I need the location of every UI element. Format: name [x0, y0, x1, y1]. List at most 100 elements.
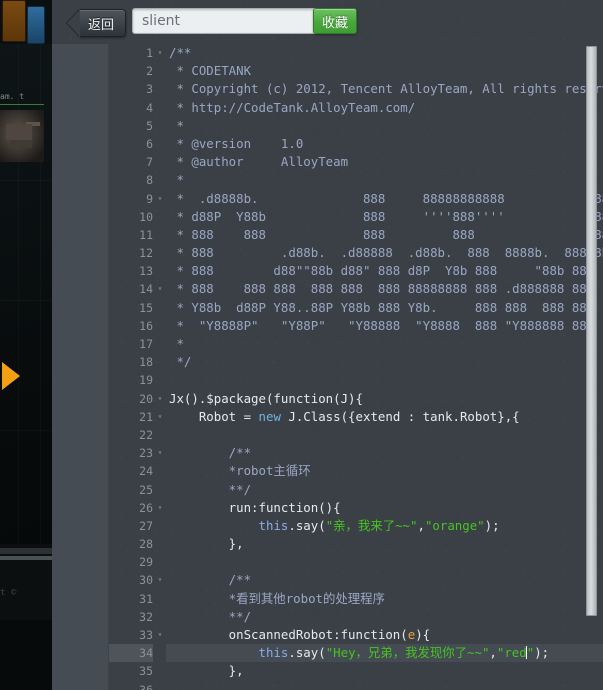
code-line-text[interactable]: /**	[166, 444, 603, 462]
code-line-text[interactable]: onScannedRobot:function(e){	[166, 626, 603, 644]
code-row[interactable]: 17 *	[109, 335, 603, 353]
code-lines-container[interactable]: 1 ▾/** 2 * CODETANK 3 * Copyright (c) 2012,…	[109, 44, 603, 690]
code-line-text[interactable]: this.say("Hey，兄弟，我发现你了~~","red");	[166, 644, 603, 663]
code-row[interactable]: 8 *	[109, 171, 603, 189]
back-button[interactable]: 返回	[67, 9, 127, 37]
code-line-text[interactable]: * 888 888 888 888 888	[166, 226, 603, 244]
line-number: 5	[146, 118, 153, 133]
fold-chevron-down-icon[interactable]: ▾	[156, 44, 164, 62]
code-line-text[interactable]: **/	[166, 608, 603, 626]
code-row[interactable]: 4 * http://CodeTank.AlloyTeam.com/	[109, 99, 603, 117]
code-line-text[interactable]: * 888 888 888 888 888 888 88888888 888 .…	[166, 280, 603, 298]
code-token: * .d8888b. 888 88888888888 888 TM	[169, 190, 603, 206]
code-line-text[interactable]: * .d8888b. 888 88888888888 888 TM	[166, 190, 603, 208]
code-row[interactable]: 18 */	[109, 353, 603, 371]
code-row[interactable]: 6 * @version 1.0	[109, 135, 603, 153]
vertical-scrollbar-thumb[interactable]	[586, 46, 597, 617]
code-editor[interactable]: 1 ▾/** 2 * CODETANK 3 * Copyright (c) 2012,…	[52, 44, 603, 690]
code-row[interactable]: 5 *	[109, 117, 603, 135]
code-line-text[interactable]	[166, 426, 603, 444]
fold-chevron-down-icon[interactable]: ▾	[156, 571, 164, 589]
code-line-text[interactable]: * 888 .d88b. .d88888 .d88b. 888 8888b. 8…	[166, 244, 603, 262]
code-token: * 888 d88""88b d88" 888 d8P Y8b 888 "88b…	[176, 263, 603, 279]
status-bar-lower	[0, 556, 52, 560]
code-row[interactable]: 23 ▾ /**	[109, 444, 603, 462]
fold-chevron-down-icon[interactable]: ▾	[156, 390, 164, 408]
code-line-text[interactable]: *	[166, 117, 603, 135]
code-row[interactable]: 31 *看到其他robot的处理程序	[109, 590, 603, 608]
code-row[interactable]: 1 ▾ /**	[109, 44, 603, 62]
code-line-text[interactable]: * 888 d88""88b d88" 888 d8P Y8b 888 "88b…	[166, 262, 603, 280]
code-line-text[interactable]: * Y88b d88P Y88..88P Y88b 888 Y8b. 888 8…	[166, 299, 603, 317]
fold-chevron-down-icon[interactable]: ▾	[156, 499, 164, 517]
code-row[interactable]: 21 ▾ Robot = new J.Class({extend : tank.R…	[109, 408, 603, 426]
code-token: * http://CodeTank.AlloyTeam.com/	[169, 99, 416, 115]
code-line-text[interactable]: run:function(){	[166, 499, 603, 517]
code-row[interactable]: 10 * d88P Y88b 888 ''''888'''' 888	[109, 208, 603, 226]
code-row[interactable]: 26 ▾ run:function(){	[109, 499, 603, 517]
fold-chevron-down-icon[interactable]: ▾	[156, 626, 164, 644]
fold-chevron-down-icon[interactable]: ▾	[156, 408, 164, 426]
code-line-text[interactable]	[166, 553, 603, 571]
code-line-text[interactable]: },	[166, 535, 603, 553]
code-row[interactable]: 16 * "Y8888P" "Y88P" "Y88888 "Y8888 888 …	[109, 317, 603, 335]
code-line-text[interactable]: Jx().$package(function(J){	[166, 390, 603, 408]
fold-chevron-down-icon[interactable]: ▾	[156, 280, 164, 298]
code-line-text[interactable]: */	[166, 353, 603, 371]
code-row[interactable]: 30 ▾ /**	[109, 571, 603, 589]
code-line-text[interactable]: * @version 1.0	[166, 135, 603, 153]
code-row[interactable]: 24 *robot主循环	[109, 462, 603, 480]
vertical-scrollbar-track[interactable]	[586, 44, 600, 690]
fold-chevron-down-icon[interactable]: ▾	[156, 444, 164, 462]
code-line-text[interactable]: *看到其他robot的处理程序	[166, 590, 603, 608]
code-line-text[interactable]: *robot主循环	[166, 462, 603, 480]
code-row[interactable]: 19	[109, 371, 603, 389]
code-line-text[interactable]	[166, 371, 603, 389]
code-line-text[interactable]: * "Y8888P" "Y88P" "Y88888 "Y8888 888 "Y8…	[166, 317, 603, 335]
line-number: 4	[146, 100, 153, 115]
code-line-text[interactable]: this.say("亲，我来了~~","orange");	[166, 517, 603, 535]
code-line-text[interactable]: *	[166, 335, 603, 353]
line-number: 13	[139, 264, 153, 279]
code-line-text[interactable]: * CODETANK	[166, 62, 603, 80]
code-row[interactable]: 11 * 888 888 888 888 888	[109, 226, 603, 244]
code-row[interactable]: 29	[109, 553, 603, 571]
fold-chevron-down-icon[interactable]: ▾	[156, 190, 164, 208]
code-row[interactable]: 32 **/	[109, 608, 603, 626]
editor-overlay: 返回 收藏 1▾/**2 * CODETANK3 * Copyright (c)…	[52, 0, 603, 690]
code-token: "red	[496, 645, 527, 661]
code-row[interactable]: 22	[109, 426, 603, 444]
code-line-text[interactable]	[166, 681, 603, 690]
code-line-text[interactable]: Robot = new J.Class({extend : tank.Robot…	[166, 408, 603, 426]
code-line-text[interactable]: /**	[166, 571, 603, 589]
code-row[interactable]: 27 this.say("亲，我来了~~","orange");	[109, 517, 603, 535]
code-line-text[interactable]: },	[166, 662, 603, 680]
code-line-text[interactable]: *	[166, 171, 603, 189]
code-row[interactable]: 25 **/	[109, 481, 603, 499]
code-line-text[interactable]: * Copyright (c) 2012, Tencent AlloyTeam,…	[166, 80, 603, 98]
tank-sprite	[0, 110, 44, 162]
code-row[interactable]: 13 * 888 d88""88b d88" 888 d8P Y8b 888 "…	[109, 262, 603, 280]
code-row[interactable]: 9 ▾ * .d8888b. 888 88888888888 888 TM	[109, 190, 603, 208]
code-line-text[interactable]: * http://CodeTank.AlloyTeam.com/	[166, 99, 603, 117]
code-row[interactable]: 12 * 888 .d88b. .d88888 .d88b. 888 8888b…	[109, 244, 603, 262]
code-row[interactable]: 7 * @author AlloyTeam	[109, 153, 603, 171]
code-token: this	[258, 645, 289, 661]
line-number: 7	[146, 155, 153, 170]
code-line-text[interactable]: * d88P Y88b 888 ''''888'''' 888	[166, 208, 603, 226]
code-row[interactable]: 34 this.say("Hey，兄弟，我发现你了~~","red");	[109, 644, 603, 663]
code-row[interactable]: 28 },	[109, 535, 603, 553]
code-row[interactable]: 33 ▾ onScannedRobot:function(e){	[109, 626, 603, 644]
code-row[interactable]: 14 ▾ * 888 888 888 888 888 888 88888888 8…	[109, 280, 603, 298]
code-row[interactable]: 20 ▾ Jx().$package(function(J){	[109, 390, 603, 408]
code-row[interactable]: 36	[109, 681, 603, 690]
favorite-button[interactable]: 收藏	[313, 8, 357, 34]
code-row[interactable]: 2 * CODETANK	[109, 62, 603, 80]
code-line-text[interactable]: **/	[166, 481, 603, 499]
code-line-text[interactable]: /**	[166, 44, 603, 62]
code-line-text[interactable]: * @author AlloyTeam	[166, 153, 603, 171]
robot-name-input[interactable]	[132, 8, 324, 34]
code-row[interactable]: 15 * Y88b d88P Y88..88P Y88b 888 Y8b. 88…	[109, 299, 603, 317]
code-row[interactable]: 3 * Copyright (c) 2012, Tencent AlloyTea…	[109, 80, 603, 98]
code-row[interactable]: 35 },	[109, 662, 603, 680]
